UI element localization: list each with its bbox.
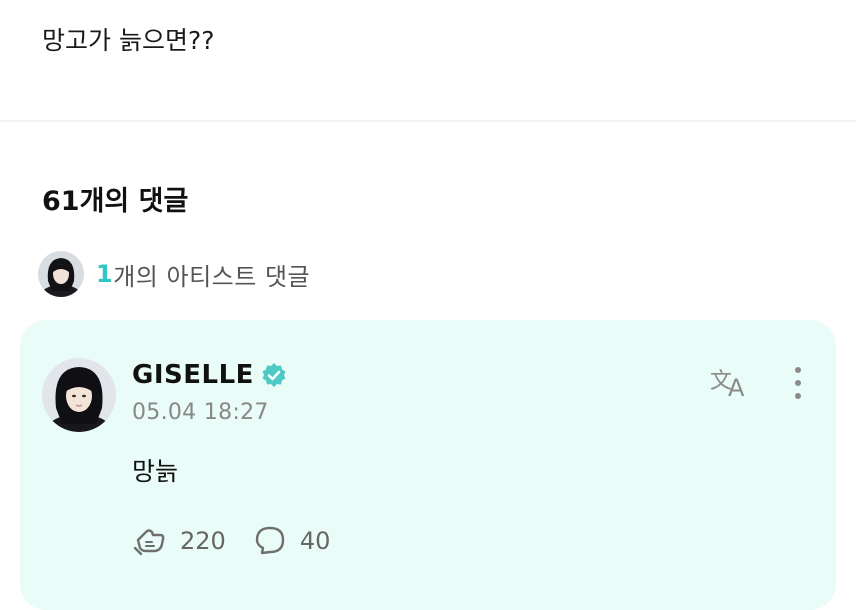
like-button[interactable]: 220 (132, 524, 226, 558)
comment-timestamp: 05.04 18:27 (132, 400, 269, 425)
svg-text:A: A (728, 374, 745, 400)
artist-comments-label: 1 개의 아티스트 댓글 (96, 257, 310, 292)
reply-button[interactable]: 40 (252, 524, 331, 558)
author-name[interactable]: GISELLE (132, 360, 254, 390)
avatar[interactable] (42, 358, 116, 432)
author-row: GISELLE (132, 360, 288, 390)
more-vertical-icon[interactable] (786, 364, 810, 404)
avatar (38, 251, 84, 297)
comment-actions: 220 40 (132, 524, 356, 558)
artist-comments-count: 1 (96, 260, 114, 288)
post-text: 망고가 늙으면?? (42, 26, 215, 55)
comment-count: 61개의 댓글 (42, 186, 189, 217)
translate-icon[interactable]: 文 A (708, 364, 754, 400)
like-icon (133, 529, 165, 556)
verified-badge-icon (262, 363, 286, 387)
reply-icon (255, 526, 285, 555)
like-count: 220 (180, 527, 226, 555)
artist-comments-filter[interactable]: 1 개의 아티스트 댓글 (38, 250, 310, 298)
artist-comments-text: 개의 아티스트 댓글 (113, 262, 311, 291)
comment-card: GISELLE 05.04 18:27 망늙 文 A 220 40 (20, 320, 836, 610)
reply-count: 40 (299, 527, 331, 555)
divider (0, 120, 856, 122)
comment-body: 망늙 (132, 457, 179, 486)
